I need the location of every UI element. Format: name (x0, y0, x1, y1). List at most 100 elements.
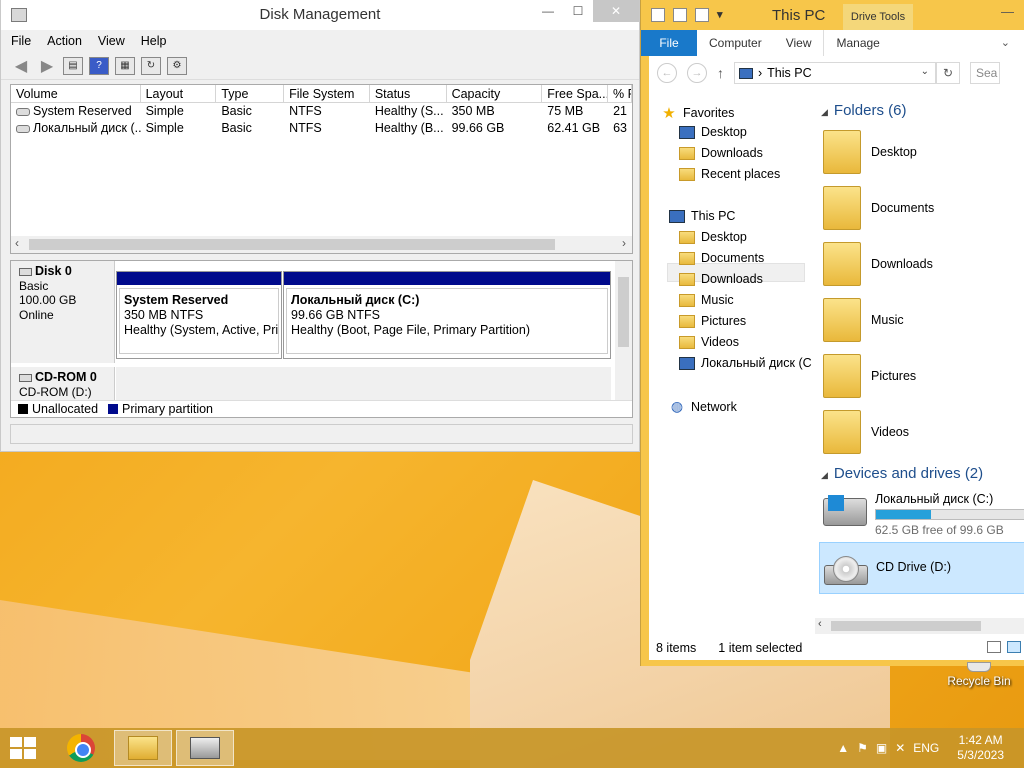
documents-folder-icon[interactable] (823, 186, 861, 230)
menu-action[interactable]: Action (47, 34, 82, 48)
hard-drive-icon (823, 495, 867, 526)
details-view-icon[interactable] (987, 641, 1001, 653)
maximize-button[interactable]: ☐ (563, 0, 593, 22)
scroll-right-icon[interactable]: › (622, 236, 626, 250)
taskbar-chrome[interactable] (52, 730, 110, 766)
properties-icon[interactable] (673, 8, 687, 22)
nav-pc-videos[interactable]: Videos (679, 335, 739, 349)
nav-pc-pictures[interactable]: Pictures (679, 314, 746, 328)
table-row[interactable]: Локальный диск (... Simple Basic NTFS He… (11, 120, 632, 137)
new-folder-icon[interactable] (695, 8, 709, 22)
start-button[interactable] (10, 737, 38, 761)
nav-pc-music[interactable]: Music (679, 293, 734, 307)
back-button[interactable]: ← (657, 63, 677, 83)
nav-favorites[interactable]: ★ Favorites (661, 104, 734, 122)
nav-pc-documents[interactable]: Documents (679, 251, 764, 265)
folder-music-label[interactable]: Music (871, 313, 904, 327)
pictures-folder-icon[interactable] (823, 354, 861, 398)
folder-videos-label[interactable]: Videos (871, 425, 909, 439)
search-input[interactable]: Sea (970, 62, 1000, 84)
nav-fav-recent[interactable]: Recent places (679, 167, 780, 181)
language-indicator[interactable]: ENG (913, 741, 939, 755)
nav-fav-desktop[interactable]: Desktop (679, 125, 747, 139)
help-icon[interactable]: ? (89, 56, 109, 75)
drive-local-disk-c[interactable]: Локальный диск (C:) 62.5 GB free of 99.6… (819, 488, 1024, 540)
expand-ribbon-icon[interactable]: ⌄ (1001, 36, 1010, 49)
up-button[interactable]: ↑ (717, 65, 724, 81)
scroll-thumb[interactable] (618, 277, 629, 347)
drive-cd-d[interactable]: CD Drive (D:) (819, 542, 1024, 594)
folder-documents-label[interactable]: Documents (871, 201, 934, 215)
nav-pc-desktop[interactable]: Desktop (679, 230, 747, 244)
scroll-thumb[interactable] (29, 239, 555, 250)
tab-file[interactable]: File (641, 30, 697, 56)
tab-view[interactable]: View (774, 30, 824, 56)
rescan-icon[interactable]: ⚙ (167, 56, 187, 75)
scroll-left-icon[interactable]: ‹ (15, 236, 19, 250)
col-percent-free[interactable]: % F (608, 85, 632, 102)
chevron-down-icon[interactable]: ▾ (717, 8, 723, 22)
network-icon[interactable]: ▣ (876, 741, 887, 755)
folder-pictures-label[interactable]: Pictures (871, 369, 916, 383)
nav-pc-local-disk[interactable]: Локальный диск (C (679, 356, 812, 370)
cdrom-0-label[interactable]: CD-ROM 0 CD-ROM (D:) (11, 367, 115, 401)
forward-icon[interactable]: ▶ (37, 57, 57, 75)
forward-button[interactable]: → (687, 63, 707, 83)
details-icon[interactable]: ▦ (115, 56, 135, 75)
partition-local-disk-c[interactable]: Локальный диск (C:) 99.66 GB NTFS Health… (283, 271, 611, 359)
scroll-left-icon[interactable]: ‹ (818, 618, 822, 630)
folder-desktop-label[interactable]: Desktop (871, 145, 917, 159)
taskbar-file-explorer[interactable] (114, 730, 172, 766)
menu-view[interactable]: View (98, 34, 125, 48)
cdrom-area[interactable] (116, 367, 611, 401)
close-button[interactable]: ✕ (593, 0, 639, 22)
address-bar[interactable]: › This PC ⌄ (734, 62, 936, 84)
flag-icon[interactable]: ⚑ (857, 741, 868, 755)
downloads-folder-icon[interactable] (823, 242, 861, 286)
horizontal-scrollbar[interactable]: ‹ (815, 618, 1024, 634)
table-row[interactable]: System Reserved Simple Basic NTFS Health… (11, 103, 632, 120)
col-volume[interactable]: Volume (11, 85, 141, 102)
col-layout[interactable]: Layout (141, 85, 217, 102)
refresh-icon[interactable]: ↻ (141, 56, 161, 75)
col-free-space[interactable]: Free Spa... (542, 85, 609, 102)
disk-0-label[interactable]: Disk 0 Basic 100.00 GB Online (11, 261, 115, 363)
clock[interactable]: 1:42 AM 5/3/2023 (957, 733, 1004, 763)
desktop-folder-icon[interactable] (823, 130, 861, 174)
folder-downloads-label[interactable]: Downloads (871, 257, 933, 271)
horizontal-scrollbar[interactable]: ‹ › (11, 236, 632, 253)
col-status[interactable]: Status (370, 85, 447, 102)
menu-file[interactable]: File (11, 34, 31, 48)
taskbar-disk-management[interactable] (176, 730, 234, 766)
back-icon[interactable]: ◀ (11, 57, 31, 75)
chevron-down-icon[interactable]: ⌄ (921, 66, 929, 77)
folder-icon (679, 230, 695, 244)
tab-manage[interactable]: Manage (823, 30, 891, 56)
recycle-bin[interactable]: Recycle Bin (944, 662, 1014, 688)
partition-system-reserved[interactable]: System Reserved 350 MB NTFS Healthy (Sys… (116, 271, 282, 359)
show-hidden-icons-icon[interactable]: ▲ (837, 741, 849, 755)
scroll-thumb[interactable] (831, 621, 981, 631)
menu-help[interactable]: Help (141, 34, 167, 48)
col-capacity[interactable]: Capacity (447, 85, 543, 102)
vertical-scrollbar[interactable] (615, 261, 632, 401)
folders-group-header[interactable]: ◢ Folders (6) (821, 102, 906, 119)
refresh-button[interactable]: ↻ (936, 62, 960, 84)
col-file-system[interactable]: File System (284, 85, 370, 102)
nav-fav-downloads[interactable]: Downloads (679, 146, 763, 160)
nav-network[interactable]: ◍ Network (669, 398, 737, 415)
col-type[interactable]: Type (216, 85, 285, 102)
pc-icon[interactable] (651, 8, 665, 22)
properties-icon[interactable]: ▤ (63, 56, 83, 75)
breadcrumb[interactable]: This PC (767, 66, 811, 80)
nav-this-pc[interactable]: This PC (669, 209, 735, 223)
tab-computer[interactable]: Computer (697, 30, 774, 56)
volume-muted-icon[interactable]: ✕ (895, 741, 905, 755)
music-folder-icon[interactable] (823, 298, 861, 342)
videos-folder-icon[interactable] (823, 410, 861, 454)
nav-pc-downloads[interactable]: Downloads (679, 272, 763, 286)
tiles-view-icon[interactable] (1007, 641, 1021, 653)
minimize-button[interactable]: — (533, 0, 563, 22)
devices-group-header[interactable]: ◢ Devices and drives (2) (821, 465, 983, 482)
minimize-button[interactable]: — (1001, 4, 1014, 19)
